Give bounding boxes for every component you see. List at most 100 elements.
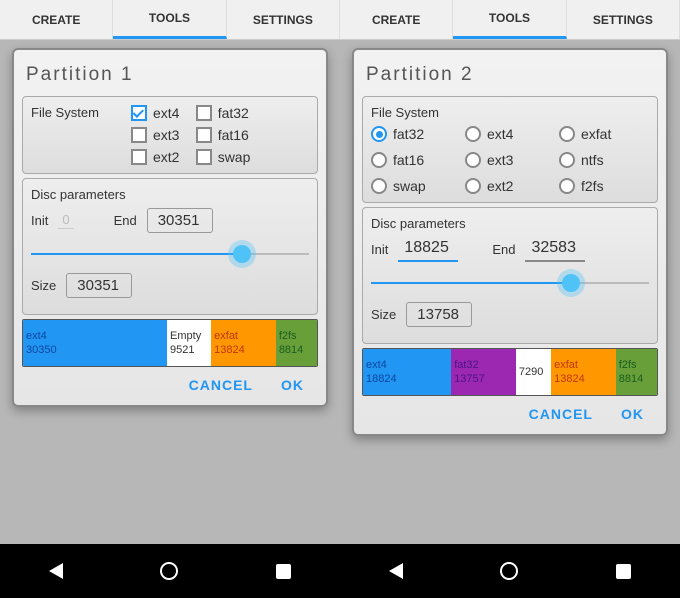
partition-segment: exfat13824 xyxy=(551,349,616,395)
fs-option-label: fat16 xyxy=(218,127,249,143)
checkbox-icon xyxy=(196,127,212,143)
fs-option-label: swap xyxy=(393,178,426,194)
radio-icon xyxy=(559,152,575,168)
segment-label: f2fs xyxy=(619,358,654,372)
tab-create[interactable]: CREATE xyxy=(0,0,113,39)
end-field[interactable]: 32583 xyxy=(525,237,585,262)
fs-option-grid: fat32 ext4exfat fat16 ext3 ntfs swap ext2 f2fs xyxy=(371,126,649,194)
fs-option-swap[interactable]: swap xyxy=(196,149,251,165)
tab-settings[interactable]: SETTINGS xyxy=(227,0,340,39)
screen-right: CREATE TOOLS SETTINGS Partition 2 File S… xyxy=(340,0,680,598)
fs-option-fat16[interactable]: fat16 xyxy=(196,127,251,143)
dialog-title: Partition 2 xyxy=(366,64,654,86)
end-label: End xyxy=(114,213,137,228)
end-label: End xyxy=(492,242,515,257)
modal-overlay: Partition 2 File System fat32ext4exfatfa… xyxy=(340,40,680,544)
size-label: Size xyxy=(31,278,56,293)
recents-icon[interactable] xyxy=(276,564,291,579)
radio-icon xyxy=(465,152,481,168)
segment-value: 8814 xyxy=(279,343,314,357)
segment-value: 13757 xyxy=(454,372,513,386)
partition-segment: f2fs8814 xyxy=(616,349,657,395)
file-system-panel: File System fat32 ext4exfat fat16 ext3 ntfs s… xyxy=(362,96,658,203)
partition-segment: ext418824 xyxy=(363,349,451,395)
cancel-button[interactable]: CANCEL xyxy=(189,377,253,393)
checkbox-icon xyxy=(131,127,147,143)
fs-option-label: fat32 xyxy=(393,126,424,142)
partition-segment: 7290 xyxy=(516,349,551,395)
checkbox-icon xyxy=(131,149,147,165)
cancel-button[interactable]: CANCEL xyxy=(529,406,593,422)
init-field[interactable]: 18825 xyxy=(398,237,458,262)
disc-params-label: Disc parameters xyxy=(31,187,309,202)
tab-tools[interactable]: TOOLS xyxy=(113,0,226,39)
file-system-panel: File System ext4 fat32 ext3 fat16 ext2 swap xyxy=(22,96,318,174)
partition-stripe: ext430350Empty9521exfat13824f2fs8814 xyxy=(22,319,318,367)
segment-value: 18824 xyxy=(366,372,448,386)
partition-dialog-1: Partition 1 File System ext4 fat32 ext3 fat… xyxy=(12,48,328,407)
fs-option-ext3[interactable]: ext3 xyxy=(131,127,186,143)
home-icon[interactable] xyxy=(500,562,518,580)
fs-option-ext4[interactable]: ext4 xyxy=(465,126,555,142)
tab-tools[interactable]: TOOLS xyxy=(453,0,566,39)
disc-params-panel: Disc parameters Init 0 End 30351 xyxy=(22,178,318,315)
slider-thumb[interactable] xyxy=(562,274,580,292)
screen-left: CREATE TOOLS SETTINGS Partition 1 File S… xyxy=(0,0,340,598)
init-label: Init xyxy=(31,213,48,228)
tab-bar: CREATE TOOLS SETTINGS xyxy=(0,0,340,40)
radio-icon xyxy=(559,126,575,142)
disc-params-label: Disc parameters xyxy=(371,216,649,231)
checkbox-icon xyxy=(131,105,147,121)
partition-segment: exfat13824 xyxy=(211,320,276,366)
android-navbar xyxy=(0,544,340,598)
fs-option-fat16[interactable]: fat16 xyxy=(371,152,461,168)
back-icon[interactable] xyxy=(49,563,63,579)
size-slider[interactable] xyxy=(31,241,309,267)
disc-params-panel: Disc parameters Init 18825 End 32583 xyxy=(362,207,658,344)
fs-option-fat32[interactable]: fat32 xyxy=(371,126,461,142)
slider-thumb[interactable] xyxy=(233,245,251,263)
partition-segment: fat3213757 xyxy=(451,349,516,395)
fs-option-fat32[interactable]: fat32 xyxy=(196,105,251,121)
android-navbar xyxy=(340,544,680,598)
segment-label: f2fs xyxy=(279,329,314,343)
fs-option-label: ext3 xyxy=(487,152,513,168)
fs-option-ntfs[interactable]: ntfs xyxy=(559,152,649,168)
file-system-label: File System xyxy=(371,105,649,120)
radio-icon xyxy=(465,178,481,194)
tab-settings[interactable]: SETTINGS xyxy=(567,0,680,39)
fs-option-label: f2fs xyxy=(581,178,604,194)
fs-option-exfat[interactable]: exfat xyxy=(559,126,649,142)
app-root: CREATE TOOLS SETTINGS Partition 1 File S… xyxy=(0,0,680,598)
size-field[interactable]: 13758 xyxy=(406,302,472,327)
fs-option-label: ext3 xyxy=(153,127,179,143)
tab-create[interactable]: CREATE xyxy=(340,0,453,39)
segment-label: ext4 xyxy=(366,358,448,372)
segment-value: 9521 xyxy=(170,343,208,357)
checkbox-icon xyxy=(196,149,212,165)
end-field[interactable]: 30351 xyxy=(147,208,213,233)
fs-option-ext2[interactable]: ext2 xyxy=(131,149,186,165)
fs-option-ext2[interactable]: ext2 xyxy=(465,178,555,194)
home-icon[interactable] xyxy=(160,562,178,580)
segment-value: 30350 xyxy=(26,343,164,357)
dialog-title: Partition 1 xyxy=(26,64,314,86)
ok-button[interactable]: OK xyxy=(621,406,644,422)
ok-button[interactable]: OK xyxy=(281,377,304,393)
fs-option-ext4[interactable]: ext4 xyxy=(131,105,186,121)
segment-label: Empty xyxy=(170,329,208,343)
size-field[interactable]: 30351 xyxy=(66,273,132,298)
fs-option-label: ext2 xyxy=(487,178,513,194)
segment-label: exfat xyxy=(554,358,613,372)
radio-icon xyxy=(371,152,387,168)
file-system-label: File System xyxy=(31,105,99,120)
segment-label: ext4 xyxy=(26,329,164,343)
recents-icon[interactable] xyxy=(616,564,631,579)
fs-option-ext3[interactable]: ext3 xyxy=(465,152,555,168)
fs-option-swap[interactable]: swap xyxy=(371,178,461,194)
size-slider[interactable] xyxy=(371,270,649,296)
back-icon[interactable] xyxy=(389,563,403,579)
partition-segment: Empty9521 xyxy=(167,320,211,366)
fs-option-f2fs[interactable]: f2fs xyxy=(559,178,649,194)
segment-value: 7290 xyxy=(519,365,548,379)
